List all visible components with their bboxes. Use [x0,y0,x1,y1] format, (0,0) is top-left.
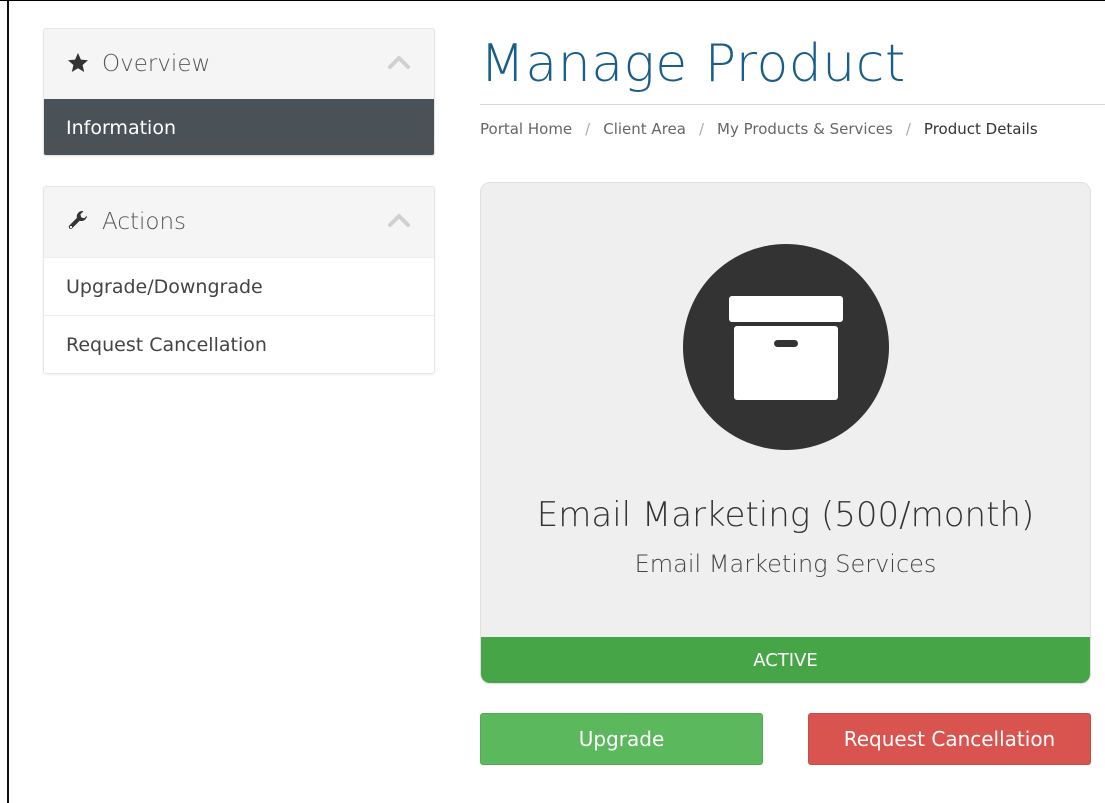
product-group: Email Marketing Services [634,550,937,578]
sidebar-item-request-cancellation[interactable]: Request Cancellation [44,315,434,373]
breadcrumb-separator: / [585,120,591,138]
title-divider [480,104,1105,105]
breadcrumb-separator: / [698,120,705,138]
panel-heading-overview[interactable]: Overview [44,29,434,99]
chevron-up-icon[interactable] [388,54,410,69]
breadcrumb-item-portal-home[interactable]: Portal Home [480,120,572,138]
product-name: Email Marketing (500/month) [536,495,1035,535]
window-border-left [7,0,9,803]
panel-title-actions: Actions [102,209,187,235]
panel-heading-actions[interactable]: Actions [44,187,434,257]
upgrade-button[interactable]: Upgrade [480,713,763,765]
archive-box-icon [683,244,889,450]
breadcrumb-item-my-products[interactable]: My Products & Services [717,120,893,138]
request-cancellation-button[interactable]: Request Cancellation [808,713,1091,765]
breadcrumb: Portal Home / Client Area / My Products & Se… [480,120,1038,138]
sidebar-item-information[interactable]: Information [44,99,434,155]
sidebar-panel-actions: Actions Upgrade/Downgrade Request Cancel… [43,186,435,374]
status-badge: ACTIVE [481,637,1090,683]
page-title: Manage Product [480,34,906,94]
wrench-icon [66,209,92,235]
chevron-up-icon[interactable] [388,212,410,227]
product-card: Email Marketing (500/month) Email Market… [480,182,1091,684]
sidebar-item-upgrade-downgrade[interactable]: Upgrade/Downgrade [44,257,434,315]
breadcrumb-separator: / [905,120,911,138]
sidebar-panel-overview: Overview Information [43,28,435,156]
star-icon [66,51,92,77]
breadcrumb-item-product-details: Product Details [923,120,1038,138]
window-border-top [0,0,1105,1]
panel-title-overview: Overview [102,51,211,77]
breadcrumb-item-client-area[interactable]: Client Area [603,120,686,138]
